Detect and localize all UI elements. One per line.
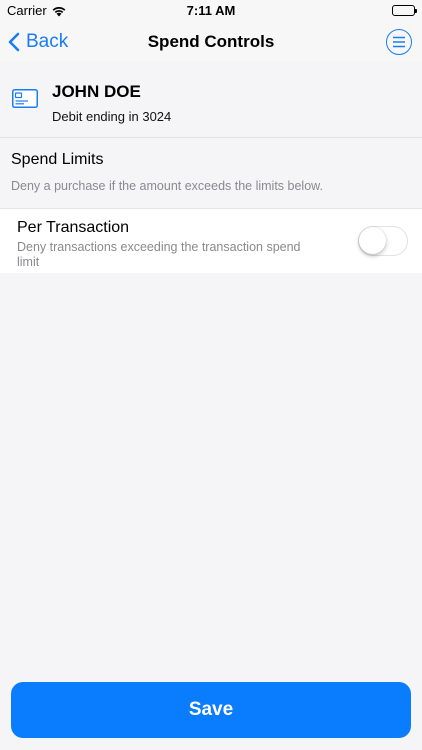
status-bar: Carrier 7:11 AM — [0, 0, 422, 22]
status-time: 7:11 AM — [186, 3, 236, 18]
save-button[interactable]: Save — [11, 682, 411, 738]
per-transaction-description: Deny transactions exceeding the transact… — [17, 240, 301, 269]
battery-icon — [392, 5, 417, 16]
per-transaction-title: Per Transaction — [17, 219, 130, 236]
navigation-bar: Back Spend Controls — [0, 22, 422, 63]
back-button[interactable]: Back — [8, 29, 68, 55]
per-transaction-toggle[interactable] — [358, 226, 408, 256]
credit-card-icon — [12, 89, 38, 113]
spend-limits-section: Spend Limits Deny a purchase if the amou… — [0, 138, 422, 209]
section-description: Deny a purchase if the amount exceeds th… — [11, 179, 323, 193]
per-transaction-row: Per Transaction Deny transactions exceed… — [0, 209, 422, 273]
menu-button[interactable] — [386, 29, 412, 55]
chevron-left-icon — [8, 32, 20, 52]
card-summary: JOHN DOE Debit ending in 3024 — [0, 63, 422, 138]
back-label: Back — [26, 31, 69, 52]
toggle-knob — [359, 227, 386, 254]
section-title: Spend Limits — [11, 151, 104, 168]
menu-icon — [393, 36, 405, 48]
cardholder-name: JOHN DOE — [52, 82, 141, 101]
card-subtitle: Debit ending in 3024 — [52, 109, 172, 124]
